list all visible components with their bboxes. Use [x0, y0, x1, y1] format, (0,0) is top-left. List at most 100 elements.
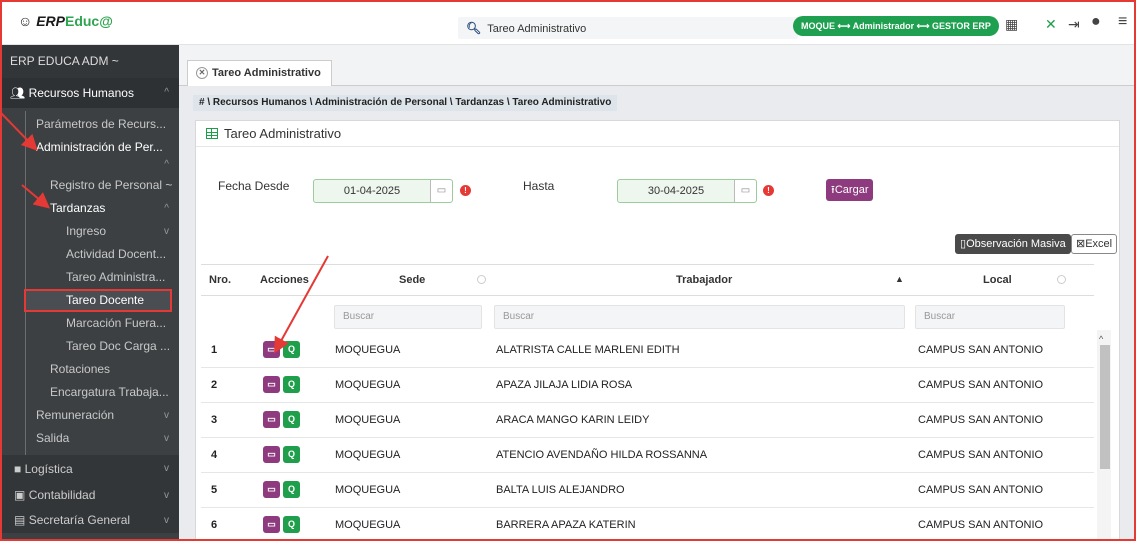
- sidebar-header[interactable]: ERP EDUCA ADM ~: [0, 45, 179, 78]
- sort-asc-icon[interactable]: ▲: [895, 274, 904, 284]
- chevron-down-icon: v: [164, 226, 169, 237]
- chevron-down-icon: v: [164, 433, 169, 444]
- cell-sede: MOQUEGUA: [335, 379, 401, 391]
- search-icon: 🔍︎: [466, 21, 482, 35]
- panel: Tareo Administrativo Fecha Desde 01-04-2…: [195, 120, 1120, 541]
- col-acciones[interactable]: Acciones: [260, 274, 309, 286]
- sidebar-item-ingreso[interactable]: Ingreso v: [0, 220, 179, 243]
- view-search-icon[interactable]: Q: [283, 516, 300, 533]
- scroll-up-icon[interactable]: ^: [1099, 334, 1103, 344]
- sidebar-item-encargatura[interactable]: Encargatura Trabaja...: [0, 381, 179, 404]
- panel-title: Tareo Administrativo: [196, 121, 1119, 147]
- observacion-masiva-button[interactable]: ▯Observación Masiva: [955, 234, 1071, 254]
- scrollbar-thumb[interactable]: [1100, 345, 1110, 469]
- sidebar-item-parametros[interactable]: Parámetros de Recurs...: [0, 113, 179, 136]
- excel-button[interactable]: ⊠Excel: [1071, 234, 1118, 254]
- cell-trabajador: ALATRISTA CALLE MARLENI EDITH: [496, 344, 680, 356]
- people-icon: 👥︎: [10, 86, 26, 100]
- table-row[interactable]: 6 ▭ Q MOQUEGUA BARRERA APAZA KATERIN CAM…: [201, 508, 1094, 541]
- book-icon: ▤: [14, 513, 26, 527]
- fecha-desde-input[interactable]: 01-04-2025 ▭: [313, 179, 453, 203]
- sidebar-item-administracion-personal[interactable]: Administración de Per...: [0, 136, 179, 159]
- table-row[interactable]: 4 ▭ Q MOQUEGUA ATENCIO AVENDAÑO HILDA RO…: [201, 438, 1094, 473]
- edit-card-icon[interactable]: ▭: [263, 446, 280, 463]
- user-avatar-icon[interactable]: ●: [1091, 13, 1101, 31]
- cell-nro: 4: [211, 449, 218, 461]
- sidebar-item-marcacion-fuera[interactable]: Marcación Fuera...: [0, 312, 179, 335]
- edit-card-icon[interactable]: ▭: [263, 376, 280, 393]
- chevron-up-icon: ^: [164, 159, 169, 170]
- alert-icon: !: [460, 185, 471, 196]
- sidebar-item-actividad-docente[interactable]: Actividad Docent...: [0, 243, 179, 266]
- filter-sede-input[interactable]: Buscar: [334, 305, 482, 329]
- edit-card-icon[interactable]: ▭: [263, 341, 280, 358]
- edit-card-icon[interactable]: ▭: [263, 516, 280, 533]
- calendar-icon[interactable]: ▭: [734, 180, 756, 202]
- sort-icon[interactable]: [1057, 275, 1066, 284]
- sidebar-item-tareo-administrativo[interactable]: Tareo Administra...: [0, 266, 179, 289]
- cell-trabajador: ATENCIO AVENDAÑO HILDA ROSSANNA: [496, 449, 708, 461]
- sidebar-item-tardanzas[interactable]: Tardanzas ^: [0, 197, 179, 220]
- table-row[interactable]: 2 ▭ Q MOQUEGUA APAZA JILAJA LIDIA ROSA C…: [201, 368, 1094, 403]
- sidebar-item-tareo-doc-carga[interactable]: Tareo Doc Carga ...: [0, 335, 179, 358]
- chevron-up-icon: ^: [164, 203, 169, 214]
- sort-icon[interactable]: [477, 275, 486, 284]
- table-row[interactable]: 5 ▭ Q MOQUEGUA BALTA LUIS ALEJANDRO CAMP…: [201, 473, 1094, 508]
- sidebar-item-contabilidad[interactable]: ▣ Contabilidad v: [0, 483, 179, 508]
- cell-sede: MOQUEGUA: [335, 449, 401, 461]
- col-local[interactable]: Local: [983, 274, 1012, 286]
- col-nro[interactable]: Nro.: [209, 274, 231, 286]
- alert-icon: !: [763, 185, 774, 196]
- tab-bar: ✕ Tareo Administrativo: [179, 45, 1136, 86]
- cell-sede: MOQUEGUA: [335, 344, 401, 356]
- sidebar-item-salida[interactable]: Salida v: [0, 427, 179, 450]
- global-search-input[interactable]: 🔍︎ Tareo Administrativo: [458, 17, 798, 39]
- sidebar-section-recursos-humanos[interactable]: 👥︎ Recursos Humanos ^: [0, 78, 179, 108]
- col-sede[interactable]: Sede: [399, 274, 425, 286]
- cell-nro: 3: [211, 414, 218, 426]
- menu-icon[interactable]: ≡: [1118, 13, 1127, 31]
- cell-local: CAMPUS SAN ANTONIO: [918, 449, 1044, 461]
- fecha-desde-label: Fecha Desde: [218, 179, 290, 193]
- view-search-icon[interactable]: Q: [283, 411, 300, 428]
- table-row[interactable]: 3 ▭ Q MOQUEGUA ARACA MANGO KARIN LEIDY C…: [201, 403, 1094, 438]
- apps-grid-icon[interactable]: ▦: [1005, 16, 1018, 33]
- view-search-icon[interactable]: Q: [283, 341, 300, 358]
- app-logo[interactable]: ☺ ERPEduc@: [18, 13, 113, 29]
- sidebar-item-secretaria[interactable]: ▤ Secretaría General v: [0, 508, 179, 533]
- tab-tareo-administrativo[interactable]: ✕ Tareo Administrativo: [187, 60, 332, 86]
- fullscreen-icon[interactable]: ✕: [1045, 16, 1057, 33]
- truck-icon: ■: [14, 462, 22, 476]
- sidebar-item-tareo-docente[interactable]: Tareo Docente: [24, 289, 172, 312]
- cargar-button[interactable]: ⭱Cargar: [826, 179, 874, 201]
- sidebar-item-remuneracion[interactable]: Remuneración v: [0, 404, 179, 427]
- view-search-icon[interactable]: Q: [283, 481, 300, 498]
- table-icon: [206, 128, 218, 139]
- excel-icon: ⊠: [1076, 238, 1086, 250]
- cell-nro: 2: [211, 379, 218, 391]
- calendar-icon[interactable]: ▭: [430, 180, 452, 202]
- user-role-badge[interactable]: MOQUE ⟷ Administrador ⟷ GESTOR ERP: [793, 16, 999, 36]
- edit-card-icon[interactable]: ▭: [263, 481, 280, 498]
- close-icon[interactable]: ✕: [196, 67, 208, 80]
- filter-local-input[interactable]: Buscar: [915, 305, 1065, 329]
- cell-sede: MOQUEGUA: [335, 519, 401, 531]
- col-trabajador[interactable]: Trabajador: [676, 274, 732, 286]
- sidebar-item-logistica[interactable]: ■ Logística v: [0, 455, 179, 483]
- view-search-icon[interactable]: Q: [283, 376, 300, 393]
- table-row[interactable]: 1 ▭ Q MOQUEGUA ALATRISTA CALLE MARLENI E…: [201, 333, 1094, 368]
- chevron-down-icon: v: [164, 515, 169, 526]
- calculator-icon: ▣: [14, 488, 26, 502]
- edit-card-icon[interactable]: ▭: [263, 411, 280, 428]
- sidebar-item-registro-personal[interactable]: Registro de Personal ~: [0, 174, 179, 197]
- logout-icon[interactable]: ⇥: [1068, 16, 1080, 33]
- cell-trabajador: BALTA LUIS ALEJANDRO: [496, 484, 625, 496]
- cell-local: CAMPUS SAN ANTONIO: [918, 484, 1044, 496]
- sidebar-item-rotaciones[interactable]: Rotaciones: [0, 358, 179, 381]
- view-search-icon[interactable]: Q: [283, 446, 300, 463]
- cell-sede: MOQUEGUA: [335, 484, 401, 496]
- cell-nro: 6: [211, 519, 218, 531]
- chevron-up-icon: ^: [164, 87, 169, 98]
- filter-trabajador-input[interactable]: Buscar: [494, 305, 905, 329]
- hasta-input[interactable]: 30-04-2025 ▭: [617, 179, 757, 203]
